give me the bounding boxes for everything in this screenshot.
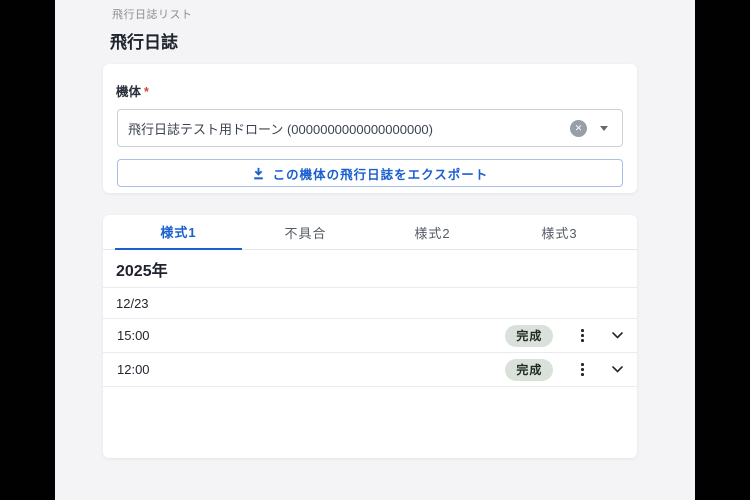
- export-logs-button[interactable]: この機体の飛行日誌をエクスポート: [117, 159, 623, 187]
- date-group-row: 12/23: [103, 288, 637, 319]
- breadcrumb[interactable]: 飛行日誌リスト: [112, 6, 193, 22]
- tab-yoshiki1[interactable]: 様式1: [115, 215, 242, 250]
- tab-bar: 様式1 不具合 様式2 様式3: [103, 215, 637, 250]
- page-content: 飛行日誌リスト 飛行日誌 機体* 飛行日誌テスト用ドローン (000000000…: [55, 0, 695, 500]
- entry-actions: 完成: [505, 359, 623, 381]
- status-badge: 完成: [505, 359, 553, 381]
- aircraft-field-label: 機体*: [116, 81, 623, 100]
- clear-selection-icon[interactable]: ✕: [570, 120, 587, 137]
- left-black-bar: [0, 0, 55, 500]
- expand-chevron-icon[interactable]: [612, 364, 623, 375]
- screen: 飛行日誌リスト 飛行日誌 機体* 飛行日誌テスト用ドローン (000000000…: [0, 0, 750, 500]
- chevron-down-icon: [600, 126, 608, 131]
- status-badge: 完成: [505, 325, 553, 347]
- year-heading: 2025年: [103, 250, 637, 288]
- entry-actions: 完成: [505, 325, 623, 347]
- aircraft-select-value: 飛行日誌テスト用ドローン (0000000000000000000): [128, 119, 570, 138]
- aircraft-card: 機体* 飛行日誌テスト用ドローン (0000000000000000000) ✕…: [103, 64, 637, 193]
- export-logs-button-label: この機体の飛行日誌をエクスポート: [273, 164, 489, 183]
- kebab-menu-icon[interactable]: [577, 359, 588, 380]
- required-asterisk: *: [144, 85, 149, 99]
- kebab-menu-icon[interactable]: [577, 325, 588, 346]
- expand-chevron-icon[interactable]: [612, 330, 623, 341]
- page-title: 飛行日誌: [110, 28, 178, 53]
- download-icon: [252, 167, 265, 180]
- right-black-bar: [695, 0, 750, 500]
- aircraft-field-label-text: 機体: [116, 85, 141, 99]
- aircraft-select[interactable]: 飛行日誌テスト用ドローン (0000000000000000000) ✕: [117, 109, 623, 147]
- log-entry-row: 12:00 完成: [103, 353, 637, 387]
- date-group-label: 12/23: [116, 296, 149, 311]
- log-entry-row: 15:00 完成: [103, 319, 637, 353]
- entry-time: 12:00: [117, 362, 150, 377]
- tab-fuguai[interactable]: 不具合: [242, 215, 369, 250]
- flight-log-card: 様式1 不具合 様式2 様式3 2025年 12/23 15:00 完成: [103, 215, 637, 458]
- tab-yoshiki3[interactable]: 様式3: [496, 215, 623, 250]
- entry-time: 15:00: [117, 328, 150, 343]
- tab-yoshiki2[interactable]: 様式2: [369, 215, 496, 250]
